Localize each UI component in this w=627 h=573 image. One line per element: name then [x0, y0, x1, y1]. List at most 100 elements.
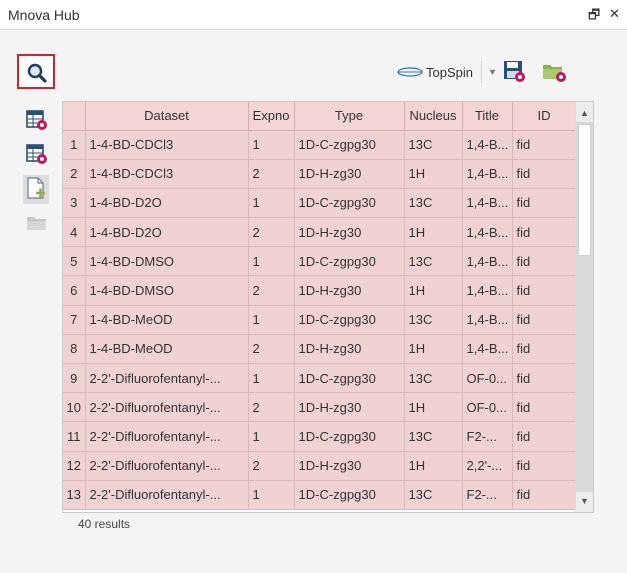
cell-dataset: 1-4-BD-DMSO — [85, 246, 249, 277]
table-row[interactable]: 13 2-2'-Difluorofentanyl-... 1 1D-C-zgpg30 1… — [63, 480, 577, 510]
table-row[interactable]: 6 1-4-BD-DMSO 2 1D-H-zg30 1H 1,4-B... fid — [63, 275, 577, 306]
cell-nucleus: 13C — [404, 363, 463, 394]
row-number: 10 — [63, 392, 86, 423]
cell-type: 1D-H-zg30 — [294, 217, 405, 248]
row-number: 5 — [63, 246, 86, 277]
dataset-table: Dataset Expno Type Nucleus Title ID 1 1-4… — [62, 101, 594, 513]
side-new-document-button[interactable] — [23, 175, 49, 204]
cell-nucleus: 1H — [404, 159, 463, 189]
cell-type: 1D-H-zg30 — [294, 451, 405, 481]
cell-nucleus: 1H — [404, 392, 463, 423]
row-number: 6 — [63, 275, 86, 306]
cell-dataset: 1-4-BD-DMSO — [85, 275, 249, 306]
cell-nucleus: 1H — [404, 217, 463, 248]
table-row[interactable]: 1 1-4-BD-CDCl3 1 1D-C-zgpg30 13C 1,4-B... fid — [63, 130, 577, 160]
row-number: 1 — [63, 130, 86, 160]
new-document-icon — [27, 177, 45, 199]
cell-expno: 1 — [248, 305, 295, 335]
cell-dataset: 1-4-BD-MeOD — [85, 305, 249, 335]
folder-settings-button[interactable] — [541, 59, 567, 86]
close-icon[interactable]: ✕ — [609, 6, 620, 22]
column-header-type[interactable]: Type — [294, 102, 405, 131]
cell-expno: 1 — [248, 480, 295, 510]
save-dataset-button[interactable] — [502, 59, 526, 86]
column-header-id[interactable]: ID — [512, 102, 577, 131]
table-row[interactable]: 3 1-4-BD-D2O 1 1D-C-zgpg30 13C 1,4-B... fid — [63, 188, 577, 219]
cell-expno: 1 — [248, 421, 295, 452]
column-header-dataset[interactable]: Dataset — [85, 102, 249, 131]
table-row[interactable]: 10 2-2'-Difluorofentanyl-... 2 1D-H-zg30 1H O… — [63, 392, 577, 423]
row-number: 9 — [63, 363, 86, 394]
cell-dataset: 1-4-BD-CDCl3 — [85, 130, 249, 160]
results-count: 40 results — [78, 517, 131, 531]
table-row[interactable]: 11 2-2'-Difluorofentanyl-... 1 1D-C-zgpg30 1… — [63, 421, 577, 452]
cell-expno: 1 — [248, 188, 295, 219]
side-table-settings-button[interactable] — [26, 143, 48, 168]
column-header-title[interactable]: Title — [462, 102, 513, 131]
scroll-down-arrow-icon[interactable]: ▼ — [576, 492, 593, 510]
table-row[interactable]: 8 1-4-BD-MeOD 2 1D-H-zg30 1H 1,4-B... fid — [63, 334, 577, 365]
table-row[interactable]: 2 1-4-BD-CDCl3 2 1D-H-zg30 1H 1,4-B... fid — [63, 159, 577, 189]
float-icon[interactable]: 🗗 — [588, 6, 600, 28]
table-row[interactable]: 9 2-2'-Difluorofentanyl-... 1 1D-C-zgpg30 13… — [63, 363, 577, 394]
cell-id: fid — [512, 217, 577, 248]
side-folder-button[interactable] — [26, 214, 48, 235]
cell-dataset: 1-4-BD-D2O — [85, 217, 249, 248]
table-row[interactable]: 4 1-4-BD-D2O 2 1D-H-zg30 1H 1,4-B... fid — [63, 217, 577, 248]
cell-title: F2-... — [462, 421, 513, 452]
cell-nucleus: 13C — [404, 130, 463, 160]
row-number: 4 — [63, 217, 86, 248]
cell-id: fid — [512, 480, 577, 510]
cell-dataset: 2-2'-Difluorofentanyl-... — [85, 451, 249, 481]
cell-type: 1D-C-zgpg30 — [294, 305, 405, 335]
cell-id: fid — [512, 130, 577, 160]
row-number: 8 — [63, 334, 86, 365]
cell-id: fid — [512, 305, 577, 335]
folder-settings-icon — [543, 65, 566, 82]
cell-expno: 1 — [248, 363, 295, 394]
cell-title: OF-0... — [462, 363, 513, 394]
cell-id: fid — [512, 275, 577, 306]
cell-id: fid — [512, 451, 577, 481]
table-row[interactable]: 7 1-4-BD-MeOD 1 1D-C-zgpg30 13C 1,4-B... fid — [63, 305, 577, 335]
cell-expno: 2 — [248, 217, 295, 248]
cell-expno: 2 — [248, 392, 295, 423]
row-number: 12 — [63, 451, 86, 481]
cell-type: 1D-C-zgpg30 — [294, 421, 405, 452]
row-number: 2 — [63, 159, 86, 189]
save-dataset-icon — [504, 61, 525, 82]
cell-title: 1,4-B... — [462, 130, 513, 160]
search-button[interactable] — [17, 54, 55, 89]
cell-type: 1D-C-zgpg30 — [294, 246, 405, 277]
column-header-expno[interactable]: Expno — [248, 102, 295, 131]
cell-title: 1,4-B... — [462, 334, 513, 365]
window-title: Mnova Hub — [8, 7, 80, 23]
table-row[interactable]: 5 1-4-BD-DMSO 1 1D-C-zgpg30 13C 1,4-B... fid — [63, 246, 577, 277]
cell-dataset: 1-4-BD-CDCl3 — [85, 159, 249, 189]
cell-nucleus: 1H — [404, 451, 463, 481]
cell-nucleus: 13C — [404, 421, 463, 452]
column-header-nucleus[interactable]: Nucleus — [404, 102, 463, 131]
column-header-index[interactable] — [63, 102, 86, 131]
cell-title: F2-... — [462, 480, 513, 510]
scrollbar-track[interactable] — [576, 122, 593, 492]
scroll-up-arrow-icon[interactable]: ▲ — [576, 104, 593, 122]
cell-title: 1,4-B... — [462, 305, 513, 335]
cell-id: fid — [512, 246, 577, 277]
cell-id: fid — [512, 421, 577, 452]
vertical-scrollbar[interactable]: ▲ ▼ — [575, 102, 593, 512]
side-table-filter-button[interactable] — [26, 109, 48, 134]
cell-dataset: 2-2'-Difluorofentanyl-... — [85, 392, 249, 423]
cell-expno: 1 — [248, 130, 295, 160]
cell-dataset: 1-4-BD-D2O — [85, 188, 249, 219]
table-row[interactable]: 12 2-2'-Difluorofentanyl-... 2 1D-H-zg30 1H 2… — [63, 451, 577, 481]
topspin-dropdown[interactable]: TopSpin ▼ — [397, 60, 497, 84]
cell-title: 1,4-B... — [462, 246, 513, 277]
table-filter-icon — [26, 110, 47, 130]
hub-panel: TopSpin ▼ Dataset Expno Type Nucleus Tit… — [0, 31, 627, 573]
table-header-row: Dataset Expno Type Nucleus Title ID — [63, 102, 577, 131]
chevron-down-icon: ▼ — [487, 67, 497, 77]
scrollbar-thumb[interactable] — [578, 124, 591, 256]
cell-title: 1,4-B... — [462, 275, 513, 306]
cell-title: 1,4-B... — [462, 217, 513, 248]
